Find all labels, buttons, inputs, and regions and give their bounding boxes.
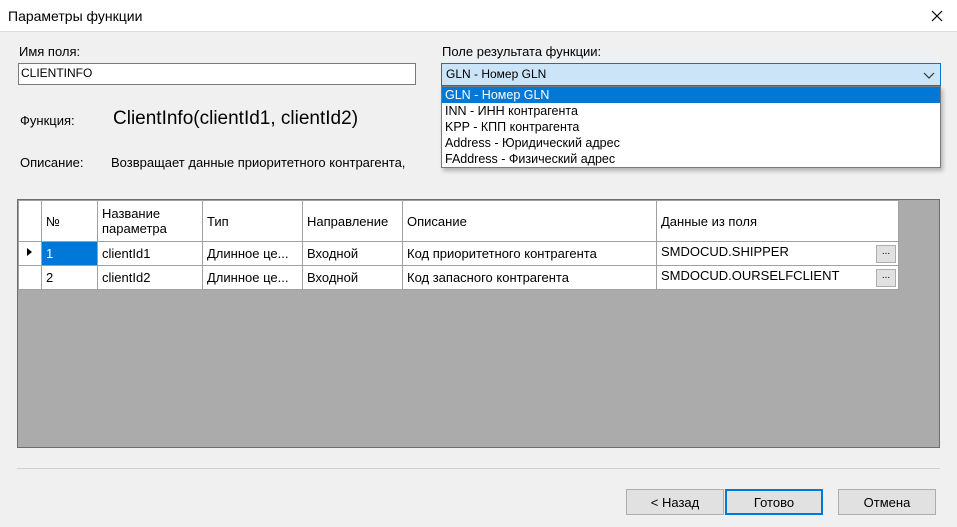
title-bar: Параметры функции (0, 0, 957, 32)
back-button[interactable]: < Назад (626, 489, 724, 515)
footer-divider (17, 468, 940, 469)
dropdown-option-gln[interactable]: GLN - Номер GLN (442, 87, 940, 103)
cell-name[interactable]: clientId1 (97, 241, 203, 266)
chevron-down-icon[interactable] (922, 68, 936, 82)
cell-type[interactable]: Длинное це... (202, 265, 303, 290)
column-header-description[interactable]: Описание (402, 200, 657, 242)
function-signature: ClientInfo(clientId1, clientId2) (113, 108, 359, 129)
description-label: Описание: (20, 155, 84, 170)
cell-num[interactable]: 2 (41, 265, 98, 290)
column-header-name[interactable]: Название параметра (97, 200, 203, 242)
done-button[interactable]: Готово (725, 489, 823, 515)
field-name-label: Имя поля: (19, 44, 81, 59)
cell-name[interactable]: clientId2 (97, 265, 203, 290)
cell-data-value: SMDOCUD.SHIPPER (661, 244, 789, 259)
column-header-num[interactable]: № (41, 200, 98, 242)
column-header-type[interactable]: Тип (202, 200, 303, 242)
result-field-dropdown: GLN - Номер GLN INN - ИНН контрагента KP… (441, 86, 941, 168)
cell-description[interactable]: Код запасного контрагента (402, 265, 657, 290)
dropdown-option-faddress[interactable]: FAddress - Физический адрес (442, 151, 940, 167)
column-header-direction[interactable]: Направление (302, 200, 403, 242)
window-title: Параметры функции (8, 8, 143, 24)
cancel-button[interactable]: Отмена (838, 489, 936, 515)
table-row[interactable]: 1 clientId1 Длинное це... Входной Код пр… (18, 241, 899, 266)
parameters-grid[interactable]: № Название параметра Тип Направление Опи… (17, 199, 940, 448)
browse-button[interactable]: ... (876, 245, 896, 263)
close-button[interactable] (923, 4, 951, 28)
function-label: Функция: (20, 113, 75, 128)
cell-description[interactable]: Код приоритетного контрагента (402, 241, 657, 266)
row-indicator-icon (27, 248, 32, 256)
field-name-input[interactable]: CLIENTINFO (18, 63, 416, 85)
cell-direction[interactable]: Входной (302, 265, 403, 290)
browse-button[interactable]: ... (876, 269, 896, 287)
dropdown-option-kpp[interactable]: KPP - КПП контрагента (442, 119, 940, 135)
cell-num[interactable]: 1 (41, 241, 98, 266)
cell-type[interactable]: Длинное це... (202, 241, 303, 266)
table-row[interactable]: 2 clientId2 Длинное це... Входной Код за… (18, 265, 899, 290)
cell-direction[interactable]: Входной (302, 241, 403, 266)
cell-data-value: SMDOCUD.OURSELFCLIENT (661, 268, 840, 283)
parameters-table: № Название параметра Тип Направление Опи… (18, 200, 899, 290)
dropdown-option-address[interactable]: Address - Юридический адрес (442, 135, 940, 151)
description-text: Возвращает данные приоритетного контраге… (111, 155, 406, 170)
close-icon (931, 10, 943, 22)
result-field-label: Поле результата функции: (442, 44, 602, 59)
result-field-selected: GLN - Номер GLN (446, 67, 547, 81)
row-indicator[interactable] (18, 265, 42, 290)
header-indicator (18, 200, 42, 242)
result-field-combo[interactable]: GLN - Номер GLN (441, 63, 941, 86)
row-indicator[interactable] (18, 241, 42, 266)
cell-data[interactable]: ... SMDOCUD.SHIPPER (656, 241, 899, 266)
column-header-data[interactable]: Данные из поля (656, 200, 899, 242)
table-header-row: № Название параметра Тип Направление Опи… (18, 200, 899, 242)
cell-data[interactable]: ... SMDOCUD.OURSELFCLIENT (656, 265, 899, 290)
dropdown-option-inn[interactable]: INN - ИНН контрагента (442, 103, 940, 119)
